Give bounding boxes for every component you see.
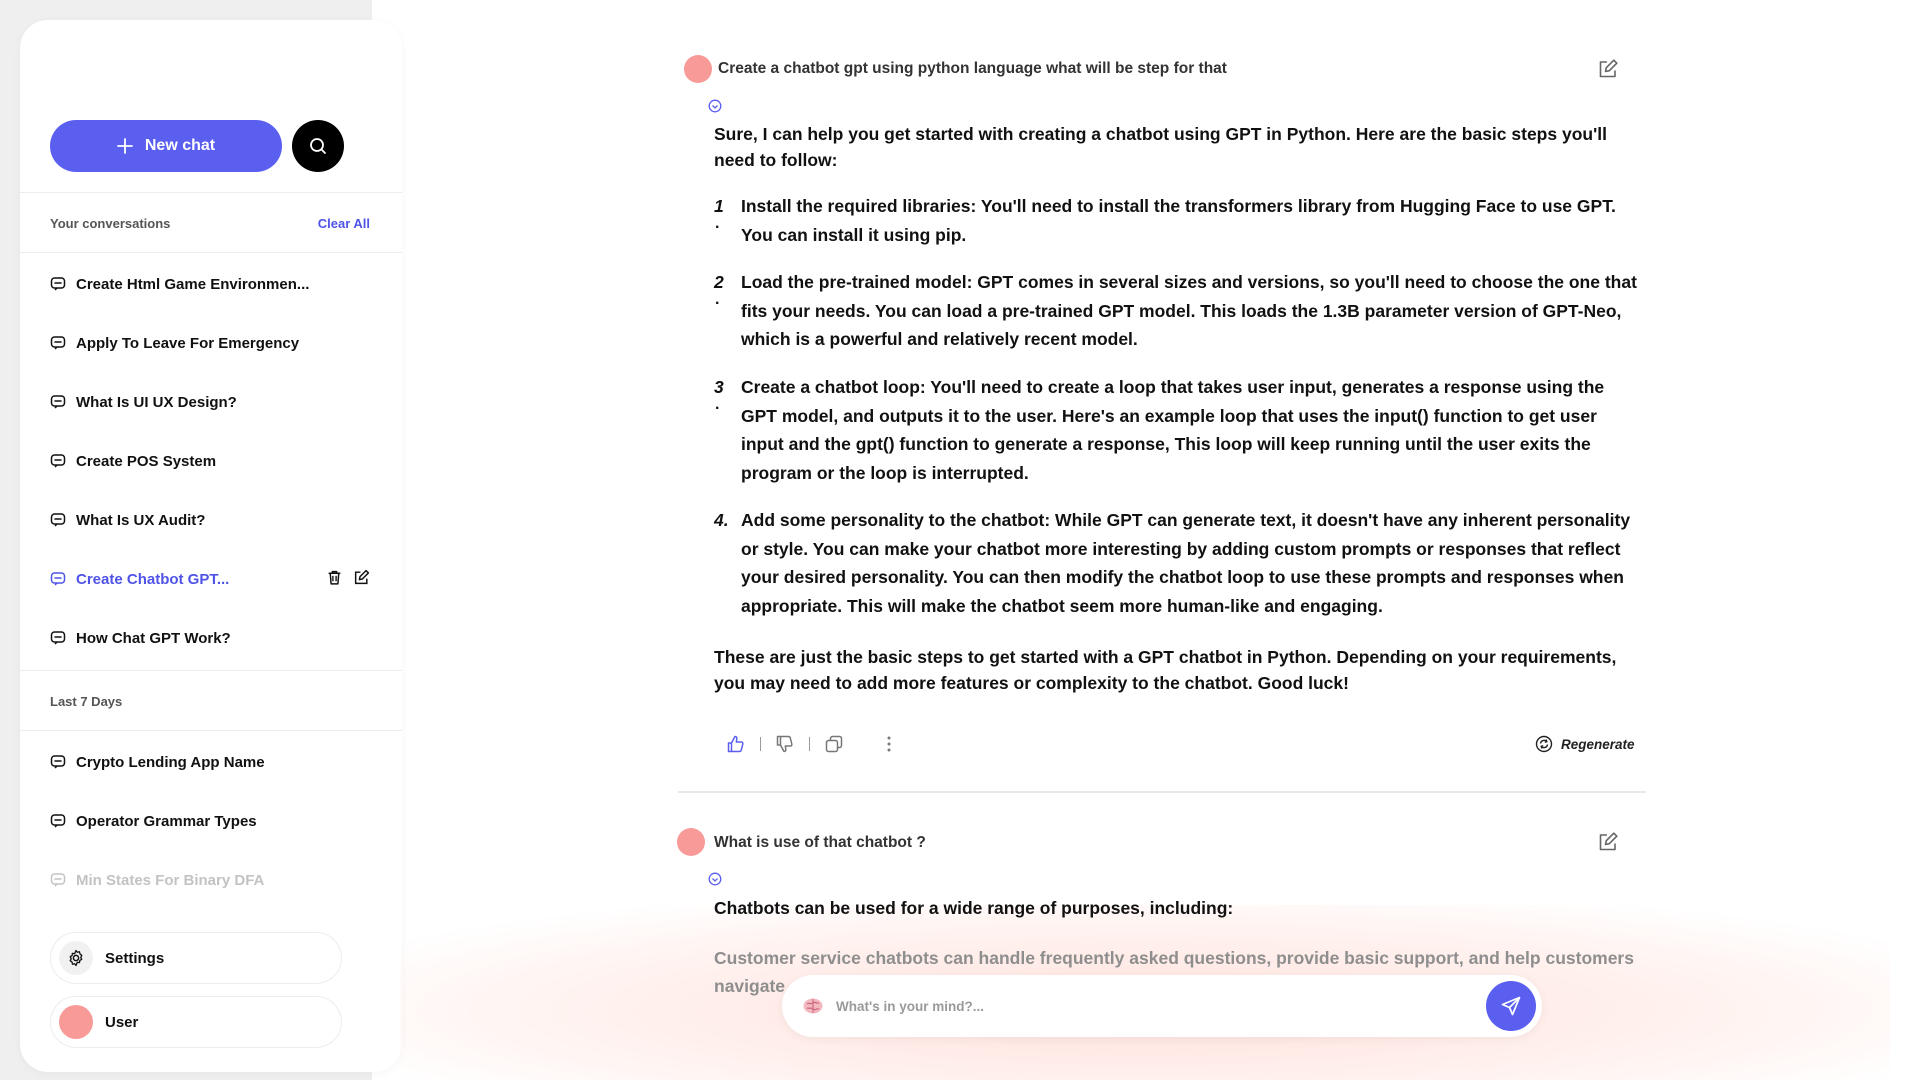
step-text: Load the pre-trained model: GPT comes in…	[741, 272, 1637, 349]
user-button[interactable]: User	[50, 996, 342, 1048]
thumbs-down-icon[interactable]	[775, 734, 795, 754]
send-icon	[1501, 996, 1521, 1016]
plus-icon	[116, 138, 133, 154]
user-question: Create a chatbot gpt using python langua…	[718, 60, 1227, 77]
message-divider	[678, 791, 1646, 793]
new-chat-label: New chat	[144, 137, 216, 154]
divider	[20, 192, 402, 193]
search-icon	[310, 138, 326, 154]
assistant-answer-intro: Sure, I can help you get started with cr…	[714, 124, 1607, 170]
composer	[782, 975, 1542, 1037]
message-actions	[726, 734, 892, 754]
divider	[20, 730, 402, 731]
conversation-label: How Chat GPT Work?	[76, 629, 231, 647]
step-dot: .	[715, 396, 720, 413]
user-label: User	[105, 1013, 139, 1031]
chat-bubble-icon	[50, 631, 66, 645]
chat-bubble-icon	[50, 395, 66, 409]
conversation-item[interactable]: Operator Grammar Types	[50, 809, 370, 833]
message-input[interactable]	[836, 998, 1416, 1014]
sidebar: New chat Your conversations Clear All Cr…	[20, 20, 402, 1072]
trash-icon[interactable]	[326, 569, 343, 586]
conversation-label: Min States For Binary DFA	[76, 871, 265, 889]
chat-bubble-icon	[50, 814, 66, 828]
edit-icon[interactable]	[353, 569, 370, 586]
separator	[760, 737, 761, 751]
edit-icon[interactable]	[1597, 831, 1619, 853]
separator	[809, 737, 810, 751]
conversation-item-active[interactable]: Create Chatbot GPT...	[50, 567, 370, 591]
chat-bubble-icon	[50, 873, 66, 887]
assistant-answer-intro: Chatbots can be used for a wide range of…	[714, 898, 1234, 918]
chat-bubble-icon	[50, 277, 66, 291]
conversation-label: Operator Grammar Types	[76, 812, 257, 830]
bot-icon	[708, 872, 722, 886]
step-dot: .	[715, 291, 720, 308]
conversation-item[interactable]: Create POS System	[50, 449, 370, 473]
regenerate-icon	[1535, 735, 1553, 753]
divider	[20, 670, 402, 671]
chat-bubble-icon	[50, 513, 66, 527]
search-button[interactable]	[292, 120, 344, 172]
conversation-label: What Is UI UX Design?	[76, 393, 237, 411]
conversation-label: Apply To Leave For Emergency	[76, 334, 300, 352]
settings-label: Settings	[105, 949, 165, 967]
conversation-item[interactable]: Crypto Lending App Name	[50, 750, 370, 774]
clear-all-button[interactable]: Clear All	[318, 216, 370, 231]
edit-icon[interactable]	[1597, 58, 1619, 80]
conversation-item[interactable]: Create Html Game Environmen...	[50, 272, 370, 296]
conversations-header: Your conversations	[50, 216, 171, 231]
step-text: Install the required libraries: You'll n…	[741, 196, 1616, 245]
avatar	[59, 1005, 93, 1039]
chat-bubble-icon	[50, 336, 66, 350]
thumbs-up-icon[interactable]	[726, 734, 746, 754]
divider	[20, 252, 402, 253]
conversation-label: Create Html Game Environmen...	[76, 275, 310, 293]
conversation-item[interactable]: How Chat GPT Work?	[50, 626, 370, 650]
step-text: Add some personality to the chatbot: Whi…	[741, 510, 1631, 616]
new-chat-button[interactable]: New chat	[50, 120, 282, 172]
copy-icon[interactable]	[824, 734, 844, 754]
avatar	[677, 828, 705, 856]
last-7-days-header: Last 7 Days	[50, 694, 123, 709]
user-question: What is use of that chatbot ?	[714, 834, 926, 851]
avatar	[684, 55, 712, 83]
chat-bubble-icon	[50, 454, 66, 468]
chat-bubble-icon	[50, 755, 66, 769]
conversation-item[interactable]: Min States For Binary DFA	[50, 868, 370, 892]
step-number: 4.	[714, 510, 729, 530]
conversation-label: Create POS System	[76, 452, 217, 470]
conversation-actions	[326, 569, 370, 586]
gear-icon	[69, 949, 83, 967]
brain-icon	[803, 998, 823, 1014]
conversation-label: Create Chatbot GPT...	[76, 570, 230, 588]
assistant-answer-outro: These are just the basic steps to get st…	[714, 647, 1617, 693]
settings-button[interactable]: Settings	[50, 932, 342, 984]
conversation-label: What Is UX Audit?	[76, 511, 206, 529]
step-text: Create a chatbot loop: You'll need to cr…	[741, 377, 1605, 483]
regenerate-button[interactable]: Regenerate	[1535, 735, 1635, 753]
chat-bubble-icon	[50, 572, 66, 586]
conversation-item[interactable]: What Is UX Audit?	[50, 508, 370, 532]
more-icon[interactable]	[886, 735, 892, 753]
settings-icon-wrap	[59, 941, 93, 975]
conversation-item[interactable]: Apply To Leave For Emergency	[50, 331, 370, 355]
step-dot: .	[715, 215, 720, 232]
send-button[interactable]	[1486, 981, 1536, 1031]
conversation-item[interactable]: What Is UI UX Design?	[50, 390, 370, 414]
bot-icon	[708, 99, 722, 113]
regenerate-label: Regenerate	[1561, 736, 1635, 752]
conversation-label: Crypto Lending App Name	[76, 753, 265, 771]
